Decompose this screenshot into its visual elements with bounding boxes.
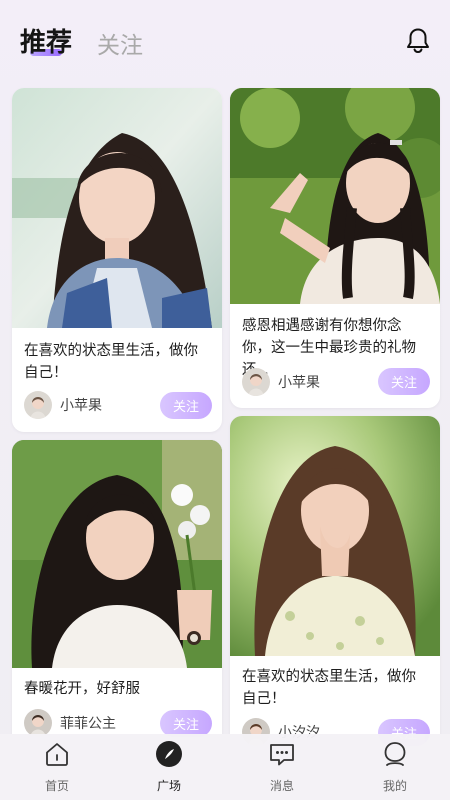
nav-item-home[interactable]: 首页 <box>22 740 92 794</box>
post-photo[interactable] <box>12 440 222 668</box>
nav-label: 我的 <box>382 779 407 793</box>
bottom-nav: 首页 广场 消息 我的 <box>0 734 450 800</box>
tab-follow[interactable]: 关注 <box>97 26 143 60</box>
nav-label: 消息 <box>269 779 294 793</box>
avatar[interactable] <box>242 368 270 396</box>
nav-item-me[interactable]: 我的 <box>360 740 430 794</box>
nav-label: 广场 <box>156 779 181 793</box>
post-photo[interactable] <box>12 88 222 328</box>
compass-icon <box>156 741 182 767</box>
post-caption: 春暖花开，好舒服 <box>24 681 140 697</box>
tab-recommend[interactable]: 推荐 <box>20 22 72 59</box>
nav-item-messages[interactable]: 消息 <box>247 740 317 794</box>
post-author[interactable]: 小苹果 <box>24 391 102 419</box>
feed-card[interactable]: 在喜欢的状态里生活，做你自己！ 小汐汐 关注 <box>230 416 440 750</box>
post-photo[interactable] <box>230 416 440 656</box>
post-caption: 在喜欢的状态里生活，做你自己！ <box>24 343 198 381</box>
post-photo[interactable] <box>230 88 440 304</box>
author-name[interactable]: 菲菲公主 <box>60 713 116 733</box>
nav-label: 首页 <box>44 779 69 793</box>
follow-button[interactable]: 关注 <box>160 392 212 419</box>
post-author[interactable]: 菲菲公主 <box>24 709 116 737</box>
home-icon <box>46 743 68 766</box>
nav-item-plaza[interactable]: 广场 <box>134 740 204 794</box>
message-icon <box>270 744 294 766</box>
feed-card[interactable]: 在喜欢的状态里生活，做你自己！ 小苹果 关注 <box>12 88 222 432</box>
post-caption: 在喜欢的状态里生活，做你自己！ <box>242 669 416 707</box>
feed-card[interactable]: 感恩相遇感谢有你想你念你，这一生中最珍贵的礼物还... 小苹果 关注 <box>230 88 440 408</box>
bell-icon[interactable] <box>404 26 432 54</box>
follow-button[interactable]: 关注 <box>160 710 212 737</box>
author-name[interactable]: 小苹果 <box>60 395 102 415</box>
top-header: 推荐 关注 <box>0 0 450 80</box>
avatar[interactable] <box>24 709 52 737</box>
follow-button[interactable]: 关注 <box>378 368 430 395</box>
feed-card[interactable]: 春暖花开，好舒服 菲菲公主 关注 <box>12 440 222 750</box>
profile-icon <box>384 742 406 766</box>
author-name[interactable]: 小苹果 <box>278 372 320 392</box>
post-author[interactable]: 小苹果 <box>242 368 320 396</box>
avatar[interactable] <box>24 391 52 419</box>
